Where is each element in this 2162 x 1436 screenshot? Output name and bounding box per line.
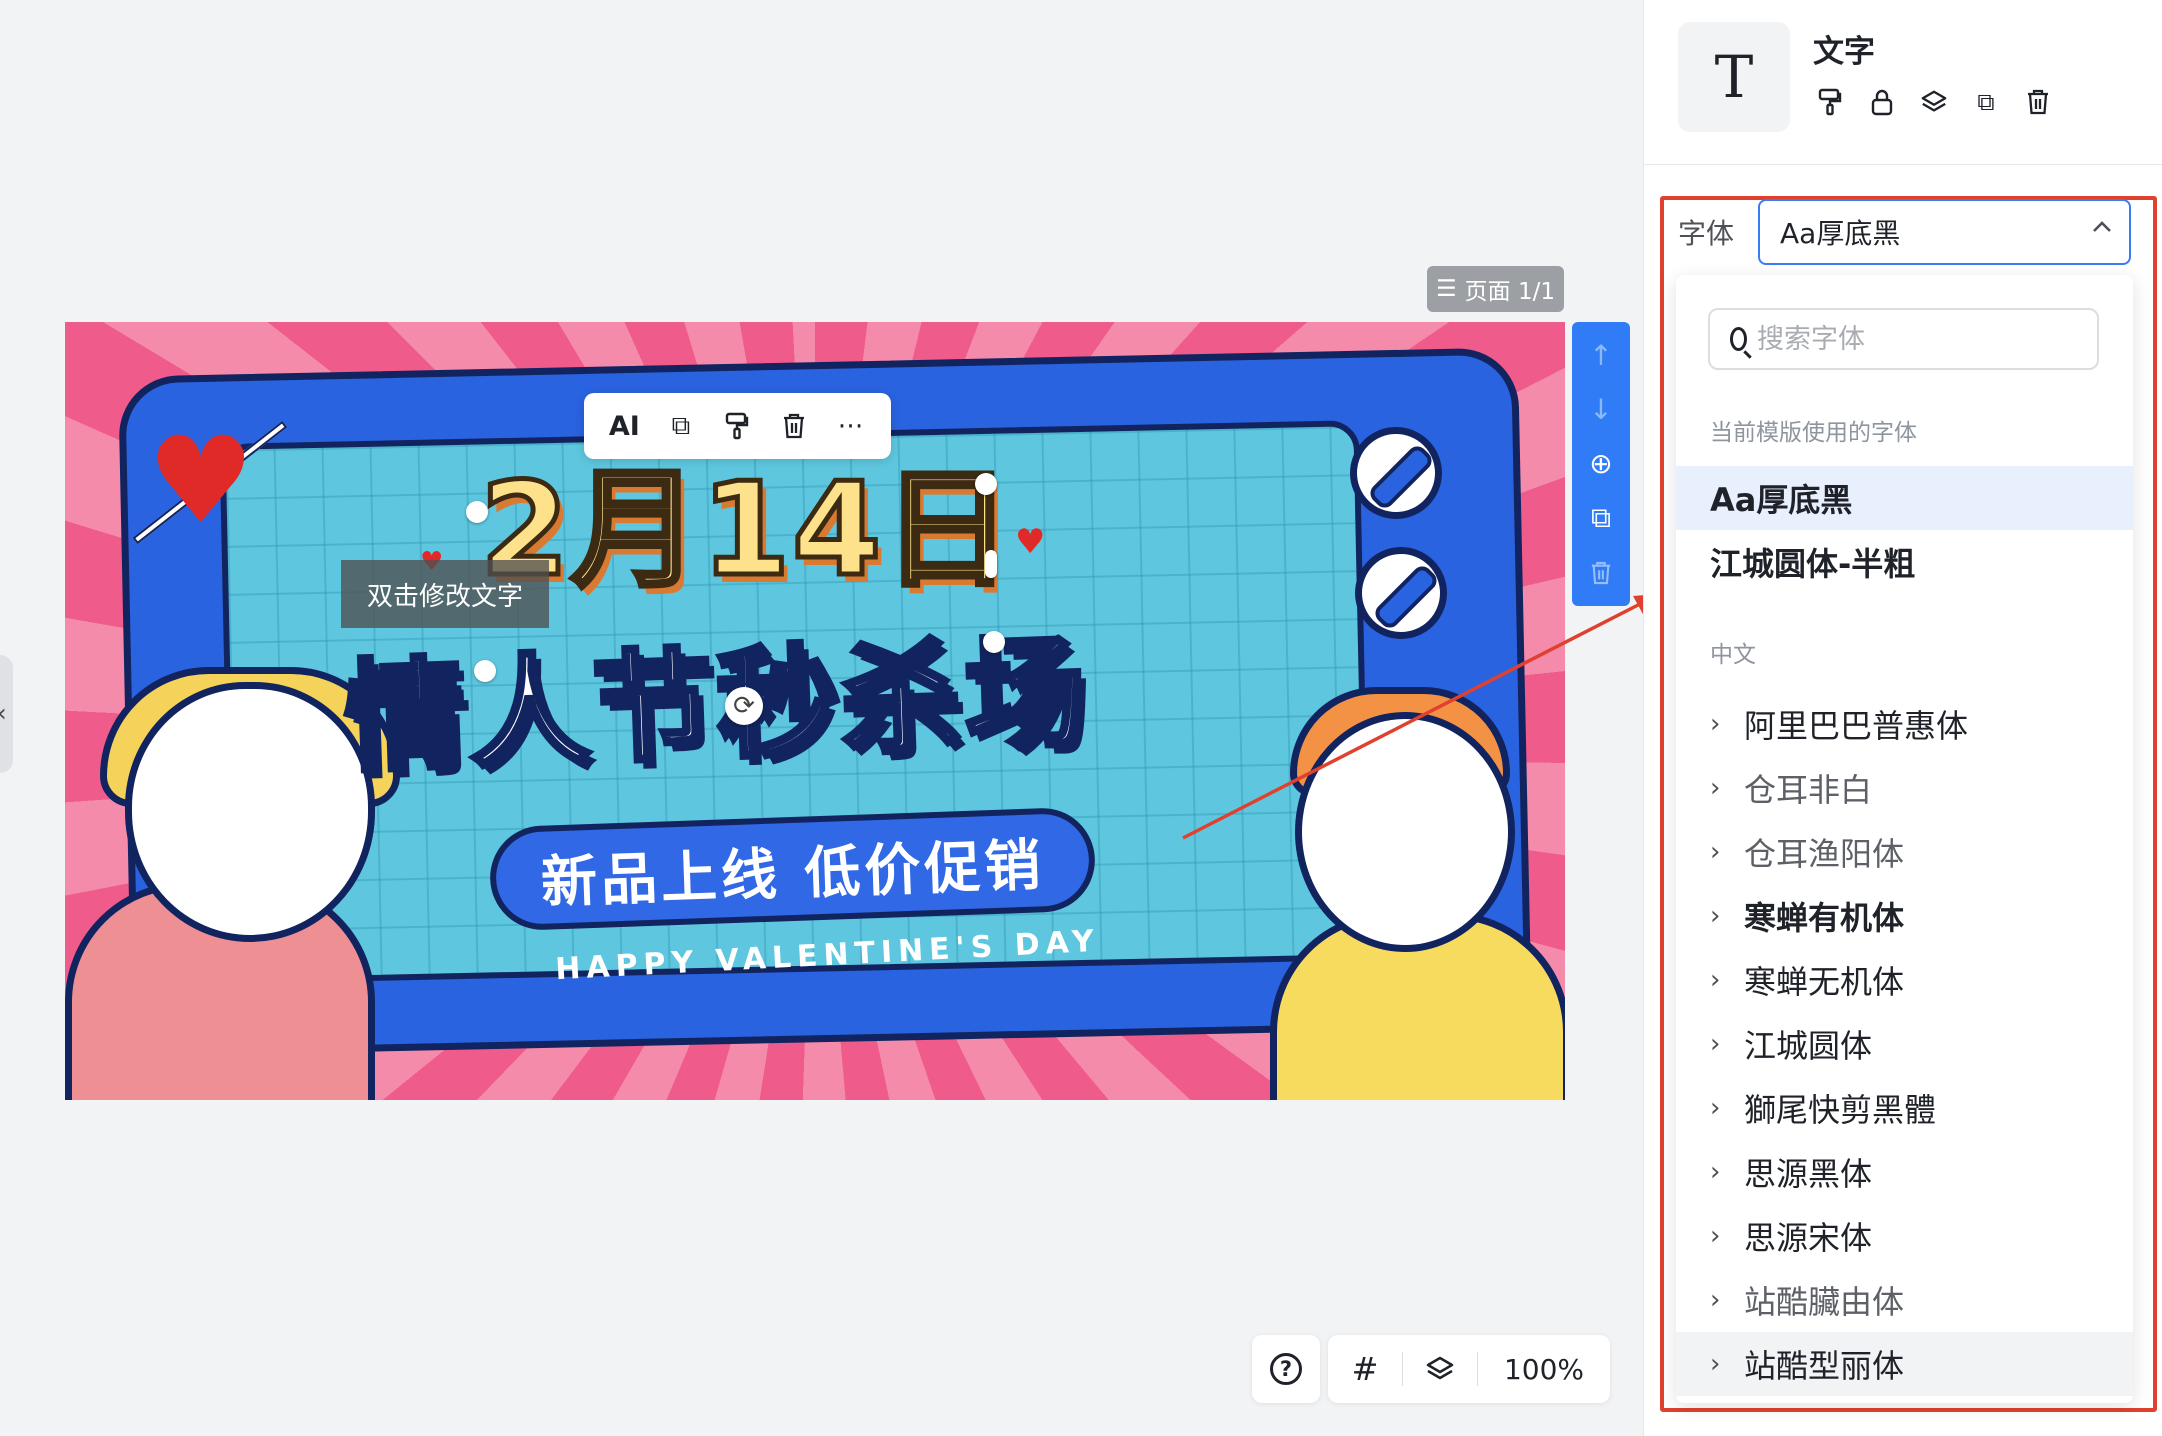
resize-handle-bottom-right[interactable] [983, 631, 1005, 653]
layers-icon[interactable] [1403, 1335, 1477, 1403]
page-indicator[interactable]: ☰ 页面 1/1 [1427, 266, 1564, 312]
divider [1644, 164, 2162, 165]
collapse-left-panel-handle[interactable]: ‹ [0, 655, 13, 773]
boy-illustration-head [1295, 712, 1515, 952]
duplicate-page-icon[interactable]: ⧉ [1581, 498, 1621, 538]
chevron-right-icon: › [1710, 773, 1721, 803]
font-option[interactable]: › 站酷型丽体 [1676, 1332, 2133, 1396]
heart-graphic: ♥ [147, 412, 255, 551]
text-element-type-icon: T [1678, 22, 1790, 132]
grid-icon[interactable]: # [1328, 1335, 1402, 1403]
small-heart-graphic: ♥ [1015, 522, 1046, 562]
search-icon [1730, 327, 1747, 351]
chevron-right-icon: › [1710, 965, 1721, 995]
chevron-right-icon: › [1710, 1093, 1721, 1123]
font-option[interactable]: › 站酷臟由体 [1676, 1268, 2133, 1332]
girl-illustration-head [125, 682, 375, 942]
more-icon[interactable]: ⋯ [829, 404, 873, 448]
section-title-chinese: 中文 [1710, 642, 1756, 668]
context-toolbar: AI ⧉ ⋯ [584, 393, 891, 459]
lock-icon[interactable] [1868, 88, 1896, 116]
font-option[interactable]: › 仓耳渔阳体 [1676, 820, 2133, 884]
edit-hint-tooltip: 双击修改文字 [341, 560, 549, 628]
help-button[interactable]: ? [1252, 1335, 1320, 1403]
font-option[interactable]: › 獅尾快剪黑體 [1676, 1076, 2133, 1140]
format-painter-icon[interactable] [715, 404, 759, 448]
resize-handle-right[interactable] [985, 550, 997, 578]
element-actions: ⧉ [1816, 88, 2052, 116]
chevron-left-icon: ‹ [0, 699, 7, 727]
page-indicator-label: 页面 1/1 [1464, 279, 1555, 305]
rotate-icon: ⟳ [733, 691, 755, 721]
layers-icon[interactable] [1920, 88, 1948, 116]
chevron-right-icon: › [1710, 1221, 1721, 1251]
rotate-handle[interactable]: ⟳ [725, 687, 763, 725]
font-option[interactable]: › 阿里巴巴普惠体 [1676, 692, 2133, 756]
arrow-up-icon[interactable]: ↑ [1581, 335, 1621, 375]
font-option[interactable]: › 江城圆体 [1676, 1012, 2133, 1076]
trash-icon[interactable] [2024, 88, 2052, 116]
properties-panel: T 文字 ⧉ 字体 Aa厚底黑 当前模版使用的字体 Aa厚底黑 江城圆体-半粗 [1643, 0, 2162, 1436]
font-option[interactable]: › 仓耳非白 [1676, 756, 2133, 820]
add-page-icon[interactable]: ⊕ [1581, 444, 1621, 484]
chevron-right-icon: › [1710, 837, 1721, 867]
chevron-right-icon: › [1710, 709, 1721, 739]
view-toolbar: # 100% [1328, 1335, 1610, 1403]
arrow-down-icon[interactable]: ↓ [1581, 390, 1621, 430]
copy-icon[interactable]: ⧉ [1972, 88, 2000, 116]
copy-icon[interactable]: ⧉ [659, 404, 703, 448]
delete-page-icon[interactable] [1581, 553, 1621, 593]
date-text-element[interactable]: 2月14日 [477, 464, 1013, 597]
font-select-value: Aa厚底黑 [1780, 217, 1901, 250]
ai-button[interactable]: AI [602, 404, 646, 448]
chevron-right-icon: › [1710, 1157, 1721, 1187]
font-select[interactable]: Aa厚底黑 [1758, 199, 2131, 265]
format-painter-icon[interactable] [1816, 88, 1844, 116]
tv-knob-graphic [1350, 427, 1442, 519]
resize-handle-top-right[interactable] [975, 473, 997, 495]
resize-handle-bottom-left[interactable] [474, 660, 496, 682]
trash-icon[interactable] [772, 404, 816, 448]
font-option-current[interactable]: Aa厚底黑 [1676, 466, 2133, 530]
chevron-right-icon: › [1710, 901, 1721, 931]
font-option[interactable]: › 思源黑体 [1676, 1140, 2133, 1204]
font-option[interactable]: › 寒蝉无机体 [1676, 948, 2133, 1012]
resize-handle-top-left[interactable] [466, 501, 488, 523]
font-option[interactable]: › 寒蝉有机体 [1676, 884, 2133, 948]
chevron-right-icon: › [1710, 1285, 1721, 1315]
promo-pill-element[interactable]: 新品上线 低价促销 [488, 806, 1097, 932]
headline-text-element[interactable]: 情人节秒杀场 [340, 622, 1093, 792]
zoom-level[interactable]: 100% [1478, 1353, 1610, 1386]
font-option-current[interactable]: 江城圆体-半粗 [1676, 530, 2133, 594]
page-tool-strip: ↑ ↓ ⊕ ⧉ [1572, 322, 1630, 606]
chevron-up-icon [2089, 214, 2115, 247]
promo-pill-text: 新品上线 低价促销 [539, 832, 1046, 916]
font-option[interactable]: › 思源宋体 [1676, 1204, 2133, 1268]
list-icon: ☰ [1436, 276, 1457, 302]
chevron-right-icon: › [1710, 1349, 1721, 1379]
font-label: 字体 [1678, 217, 1735, 250]
section-title-current-fonts: 当前模版使用的字体 [1710, 420, 1917, 446]
font-dropdown: 当前模版使用的字体 Aa厚底黑 江城圆体-半粗 中文 ›阿里巴巴普惠体 ›仓耳非… [1676, 275, 2133, 1403]
font-search-box[interactable] [1708, 308, 2099, 370]
element-title: 文字 [1813, 34, 1875, 70]
help-icon: ? [1270, 1353, 1302, 1385]
tv-knob-graphic [1355, 547, 1447, 639]
font-search-input[interactable] [1757, 323, 2077, 355]
chevron-right-icon: › [1710, 1029, 1721, 1059]
